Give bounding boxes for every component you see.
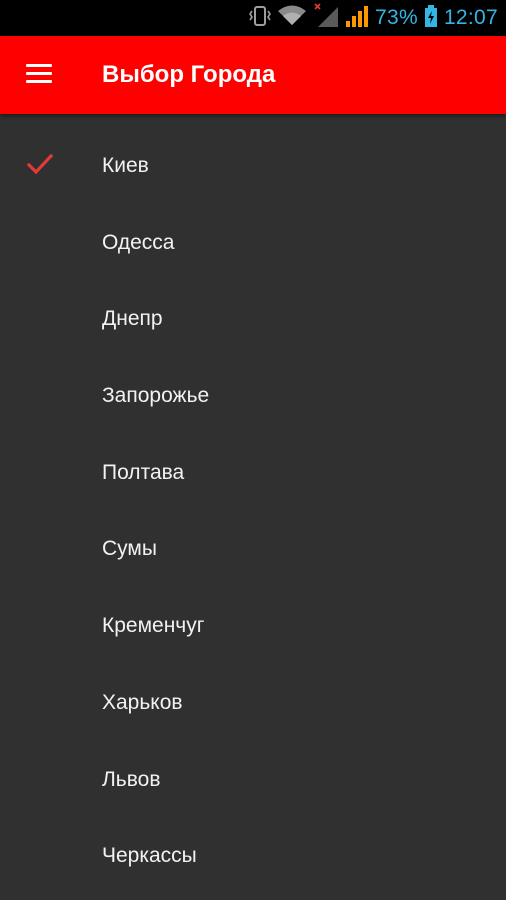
city-label: Одесса (102, 230, 175, 254)
city-label: Харьков (102, 690, 183, 714)
city-list-item[interactable]: Запорожье (0, 357, 506, 434)
city-label: Черкассы (102, 844, 197, 868)
city-label: Сумы (102, 537, 157, 561)
city-list: Киев Одесса Днепр Запорожье Полтава Сумы… (0, 114, 506, 894)
checkmark-icon (26, 153, 54, 175)
city-list-item[interactable]: Одесса (0, 204, 506, 281)
city-label: Львов (102, 767, 161, 791)
city-list-item[interactable]: Львов (0, 741, 506, 818)
wifi-icon (277, 4, 307, 33)
city-list-item[interactable]: Киев (0, 127, 506, 204)
city-list-item[interactable]: Полтава (0, 434, 506, 511)
signal-icon (345, 4, 369, 33)
hamburger-menu-icon[interactable] (26, 64, 54, 86)
city-list-item[interactable]: Черкассы (0, 817, 506, 894)
clock: 12:07 (443, 6, 498, 29)
city-label: Полтава (102, 460, 185, 484)
city-list-item[interactable]: Кременчуг (0, 587, 506, 664)
city-label: Кременчуг (102, 614, 205, 638)
battery-percent: 73% (375, 6, 418, 29)
city-list-item[interactable]: Сумы (0, 510, 506, 587)
city-list-item[interactable]: Харьков (0, 664, 506, 741)
app-bar: Выбор Города (0, 36, 506, 114)
city-label: Киев (102, 154, 149, 177)
screen: 73% 12:07 Выбор Города Киев Одесса Днепр… (0, 0, 506, 900)
city-label: Днепр (102, 307, 163, 331)
city-label: Запорожье (102, 384, 210, 408)
city-list-item[interactable]: Днепр (0, 280, 506, 357)
no-signal-sim1-icon (313, 2, 339, 34)
vibrate-icon (249, 4, 271, 33)
page-title: Выбор Города (102, 61, 276, 88)
battery-charging-icon (424, 4, 438, 33)
status-bar: 73% 12:07 (0, 0, 506, 36)
